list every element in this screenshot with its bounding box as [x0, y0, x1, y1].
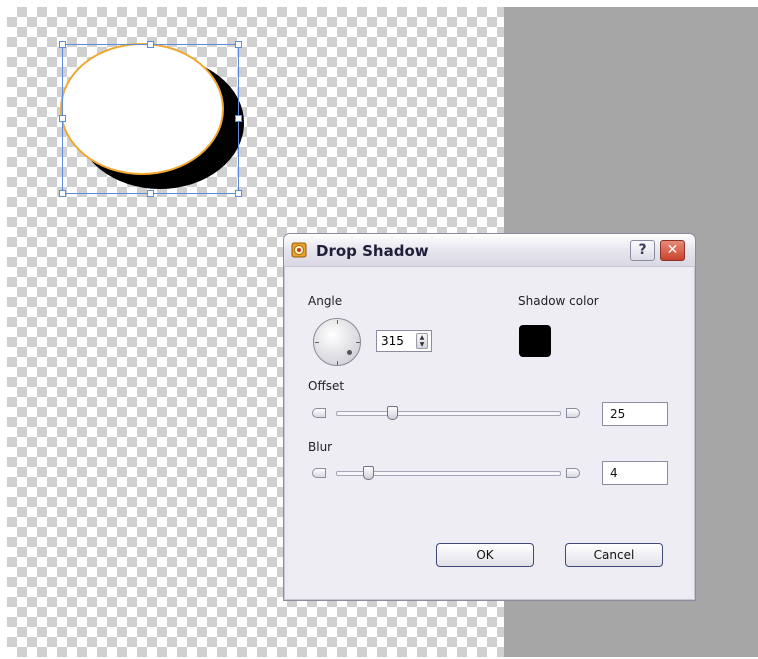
dial-tick-top: [337, 320, 338, 324]
selection-handle-bottom-left[interactable]: [59, 190, 66, 197]
offset-slider-min-icon[interactable]: [312, 408, 326, 418]
selection-handle-bottom-right[interactable]: [235, 190, 242, 197]
drop-shadow-app-icon: [291, 242, 307, 258]
dialog-body: Angle ▲ ▼ Shadow color Offset 25 Blur: [288, 267, 691, 596]
shadow-color-swatch[interactable]: [519, 325, 551, 357]
cancel-button[interactable]: Cancel: [565, 543, 663, 567]
ok-button[interactable]: OK: [436, 543, 534, 567]
selection-handle-top[interactable]: [147, 41, 154, 48]
offset-slider-max-icon[interactable]: [566, 408, 580, 418]
selection-handle-top-left[interactable]: [59, 41, 66, 48]
dial-tick-right: [356, 342, 360, 343]
help-button[interactable]: ?: [630, 240, 655, 261]
offset-slider-track[interactable]: [336, 411, 561, 416]
offset-slider-thumb[interactable]: [387, 406, 398, 420]
angle-dial[interactable]: [313, 318, 361, 366]
close-button[interactable]: ✕: [660, 240, 685, 261]
blur-slider-min-icon[interactable]: [312, 468, 326, 478]
shadow-color-label: Shadow color: [518, 294, 599, 308]
blur-value-field[interactable]: 4: [602, 461, 668, 485]
selection-handle-left[interactable]: [59, 115, 66, 122]
offset-label: Offset: [308, 379, 345, 393]
spin-up-icon[interactable]: ▲: [417, 334, 427, 341]
blur-label: Blur: [308, 440, 333, 454]
spin-down-icon[interactable]: ▼: [417, 341, 427, 348]
blur-slider-thumb[interactable]: [363, 466, 374, 480]
dialog-title: Drop Shadow: [316, 242, 429, 260]
dialog-titlebar[interactable]: Drop Shadow ? ✕: [284, 234, 695, 267]
blur-slider-max-icon[interactable]: [566, 468, 580, 478]
angle-spinbox: ▲ ▼: [376, 330, 432, 352]
angle-spin-buttons: ▲ ▼: [416, 333, 428, 349]
offset-value-field[interactable]: 25: [602, 402, 668, 426]
selection-handle-bottom[interactable]: [147, 190, 154, 197]
angle-dial-indicator: [347, 350, 352, 355]
selection-box: [62, 44, 239, 194]
angle-input[interactable]: [379, 333, 415, 349]
angle-label: Angle: [308, 294, 343, 308]
selection-handle-top-right[interactable]: [235, 41, 242, 48]
drop-shadow-dialog: Drop Shadow ? ✕ Angle ▲ ▼ Shadow color O…: [283, 233, 696, 601]
selection-handle-right[interactable]: [235, 115, 242, 122]
dial-tick-left: [315, 342, 319, 343]
dial-tick-bottom: [337, 361, 338, 365]
